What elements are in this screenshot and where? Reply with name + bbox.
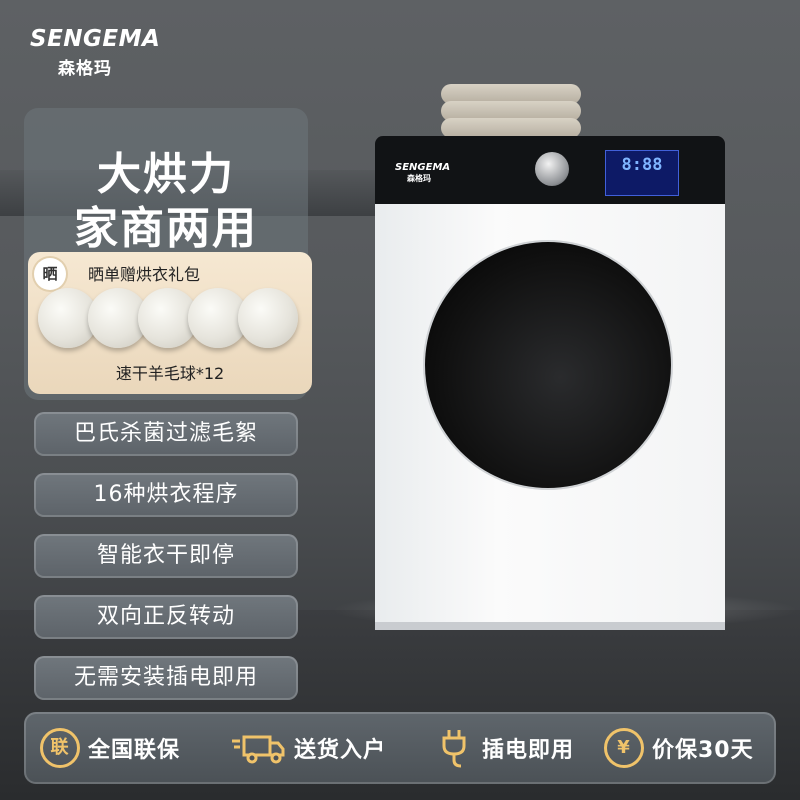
brand-name-en: SENGEMA (30, 26, 161, 52)
brand-name-cn: 森格玛 (58, 59, 112, 79)
gift-card[interactable]: 晒 晒单赠烘衣礼包 速干羊毛球*12 (28, 252, 312, 394)
guarantee-bar: 联 全国联保 送货入户 插电即用 ¥ 价保30天 (24, 712, 776, 784)
dryer-door (425, 242, 671, 488)
headline-line2: 家商两用 (74, 203, 258, 254)
lian-badge-icon: 联 (40, 728, 80, 768)
dryer-logo: SENGEMA 森格玛 (395, 162, 451, 183)
guarantee-label: 全国联保 (88, 738, 181, 763)
feature-pill: 智能衣干即停 (34, 534, 298, 578)
guarantee-item: ¥ 价保30天 (604, 712, 754, 784)
gift-badge: 晒 (34, 258, 66, 290)
feature-pill: 无需安装插电即用 (34, 656, 298, 700)
feature-pill: 巴氏杀菌过滤毛絮 (34, 412, 298, 456)
guarantee-item: 联 全国联保 (40, 712, 180, 784)
dryer-control-panel: SENGEMA 森格玛 8:88 (375, 136, 725, 204)
dryer-knob (535, 152, 569, 186)
guarantee-item: 送货入户 (230, 712, 386, 784)
dryer-product-image: SENGEMA 森格玛 8:88 (375, 84, 725, 630)
dryer-display: 8:88 (605, 150, 679, 196)
guarantee-item: 插电即用 (434, 712, 574, 784)
feature-pill: 16种烘衣程序 (34, 473, 298, 517)
yuan-icon: ¥ (604, 728, 644, 768)
gift-title: 晒单赠烘衣礼包 (88, 265, 201, 284)
truck-icon (230, 728, 286, 768)
towels-image (441, 84, 581, 138)
wool-balls-image (38, 288, 298, 358)
dryer-base (375, 622, 725, 630)
guarantee-label: 插电即用 (482, 738, 575, 763)
wool-ball (238, 288, 298, 348)
gift-subtitle: 速干羊毛球*12 (115, 364, 225, 383)
brand-logo: SENGEMA 森格玛 (30, 26, 160, 79)
plug-icon (434, 728, 474, 768)
guarantee-label: 送货入户 (294, 738, 387, 763)
guarantee-label: 价保30天 (652, 738, 754, 763)
feature-pill: 双向正反转动 (34, 595, 298, 639)
